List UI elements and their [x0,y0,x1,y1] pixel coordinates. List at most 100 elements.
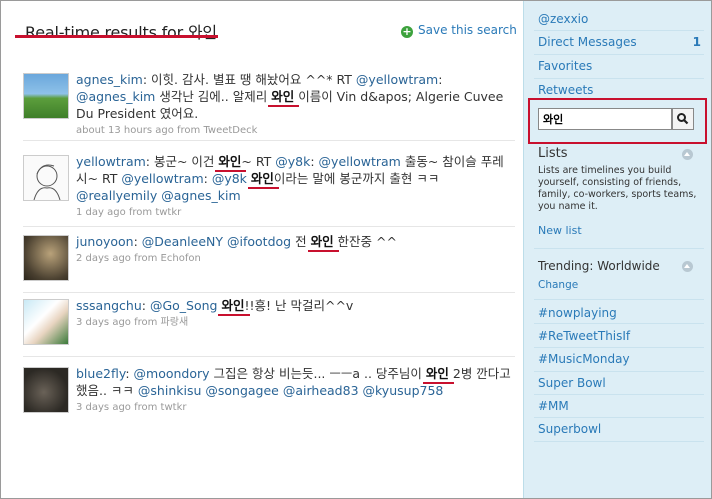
mention-link[interactable]: @shinkisu [138,383,201,398]
trend-item[interactable]: #ReTweetThisIf [538,329,630,343]
mention-link[interactable]: @y8k [275,154,310,169]
tweet-text: agnes_kim: 이힛. 감사. 별표 땡 해놨어요 ^^* RT @yel… [76,71,512,122]
divider [534,54,704,55]
lists-heading: Lists [538,146,568,161]
trend-item[interactable]: #MM [538,399,569,413]
tweet-item: agnes_kim: 이힛. 감사. 별표 땡 해놨어요 ^^* RT @yel… [23,67,515,141]
divider [534,30,704,31]
divider [534,394,704,395]
mention-link[interactable]: @agnes_kim [76,89,155,104]
sidebar-username[interactable]: @zexxio [538,12,588,26]
tweet-username-link[interactable]: sssangchu [76,298,142,313]
trend-item[interactable]: Super Bowl [538,376,606,390]
avatar[interactable] [23,367,69,413]
avatar[interactable] [23,155,69,201]
divider [534,323,704,324]
tweet-text: yellowtram: 봉군~ 이건 와인~ RT @y8k: @yellowt… [76,153,512,204]
sketch-avatar-icon [33,164,61,200]
search-input[interactable] [538,108,672,130]
tweet-username-link[interactable]: blue2fly [76,366,125,381]
tweet-text: junoyoon: @DeanleeNY @ifootdog 전 와인 한잔중 … [76,233,512,250]
collapse-toggle-icon[interactable] [682,149,693,160]
sidebar-item-favorites[interactable]: Favorites [538,59,592,73]
tweet-meta: 2 days ago from Echofon [76,253,201,264]
divider [534,417,704,418]
search-highlight-box [528,98,707,144]
new-list-link[interactable]: New list [538,224,582,237]
avatar[interactable] [23,299,69,345]
tweet-text-segment: : [141,298,150,313]
mention-link[interactable]: @yellowtram [319,154,401,169]
collapse-toggle-icon[interactable] [682,261,693,272]
mention-link[interactable]: @y8k [212,171,247,186]
title-highlight-underline [15,35,218,38]
tweet-text-segment: : [133,234,142,249]
trend-item[interactable]: #MusicMonday [538,352,630,366]
tweet-text-segment: ~ RT [241,154,276,169]
save-search-link[interactable]: + Save this search [401,23,517,38]
search-keyword-highlight: 와인 [271,89,295,104]
divider [534,299,704,300]
search-button[interactable] [672,108,694,130]
tweet-meta: 1 day ago from twtkr [76,207,182,218]
tweet-text-segment: : [310,154,319,169]
mention-link[interactable]: @yellowtram [121,171,203,186]
trend-item[interactable]: #nowplaying [538,306,617,320]
mention-link[interactable]: @DeanleeNY [142,234,223,249]
tweet-body: yellowtram: 봉군~ 이건 와인~ RT @y8k: @yellowt… [76,153,512,219]
tweet-body: sssangchu: @Go_Song 와인!!흥! 난 막걸리^^v 3 day… [76,297,512,329]
sidebar-item-direct-messages[interactable]: Direct Messages [538,35,637,49]
mention-link[interactable]: @reallyemily [76,188,157,203]
divider [534,78,704,79]
avatar[interactable] [23,235,69,281]
search-keyword-highlight: 와인 [250,171,274,186]
tweet-meta: 3 days ago from twtkr [76,402,187,413]
trend-item[interactable]: Superbowl [538,422,601,436]
avatar[interactable] [23,73,69,119]
divider [534,248,704,249]
search-keyword-highlight: 와인 [221,298,245,313]
tweet-text-segment: : [438,72,443,87]
sidebar-item-retweets[interactable]: Retweets [538,83,593,97]
tweet-text-segment: 그집은 항상 비는듯... ㅡㅡa .. 당주님이 [209,366,426,381]
search-results-panel: Real-time results for 와인 + Save this sear… [1,1,523,498]
tweet-item: junoyoon: @DeanleeNY @ifootdog 전 와인 한잔중 … [23,229,515,293]
divider [534,441,704,442]
tweet-body: agnes_kim: 이힛. 감사. 별표 땡 해놨어요 ^^* RT @yel… [76,71,512,137]
tweet-username-link[interactable]: yellowtram [76,154,146,169]
tweet-username-link[interactable]: agnes_kim [76,72,143,87]
sidebar: @zexxio Direct Messages 1 Favorites Retw… [523,1,711,498]
page-title: Real-time results for 와인 [25,23,217,42]
search-keyword-highlight: 와인 [310,234,334,249]
mention-link[interactable]: @moondory [134,366,210,381]
trending-heading: Trending: Worldwide [538,259,660,273]
tweet-text-segment: : [203,171,212,186]
mention-link[interactable]: @agnes_kim [161,188,240,203]
lists-description: Lists are timelines you build yourself, … [538,165,697,212]
tweet-username-link[interactable]: junoyoon [76,234,134,249]
search-icon [677,113,689,125]
divider [534,371,704,372]
tweet-body: junoyoon: @DeanleeNY @ifootdog 전 와인 한잔중 … [76,233,512,265]
tweet-item: blue2fly: @moondory 그집은 항상 비는듯... ㅡㅡa ..… [23,361,515,435]
tweet-text: sssangchu: @Go_Song 와인!!흥! 난 막걸리^^v [76,297,512,314]
mention-link[interactable]: @airhead83 [283,383,359,398]
tweet-text-segment: 생각난 김에.. 알제리 [155,89,272,104]
save-search-label: Save this search [418,23,517,37]
tweet-text-segment: 이라는 말에 봉군까지 출현 ㅋㅋ [273,171,440,186]
tweet-meta: about 13 hours ago from TweetDeck [76,125,258,136]
change-trends-link[interactable]: Change [538,279,578,291]
tweet-text-segment: : [125,366,134,381]
search-keyword-highlight: 와인 [425,366,449,381]
mention-link[interactable]: @songagee [205,383,279,398]
tweet-meta: 3 days ago from 파랑새 [76,317,189,328]
tweet-item: sssangchu: @Go_Song 와인!!흥! 난 막걸리^^v 3 day… [23,293,515,357]
mention-link[interactable]: @ifootdog [227,234,291,249]
tweet-text-segment: !!흥! 난 막걸리^^v [244,298,354,313]
mention-link[interactable]: @kyusup758 [363,383,444,398]
mention-link[interactable]: @yellowtram [356,72,438,87]
plus-icon: + [401,25,413,38]
mention-link[interactable]: @Go_Song [150,298,218,313]
tweet-item: yellowtram: 봉군~ 이건 와인~ RT @y8k: @yellowt… [23,149,515,227]
divider [534,347,704,348]
